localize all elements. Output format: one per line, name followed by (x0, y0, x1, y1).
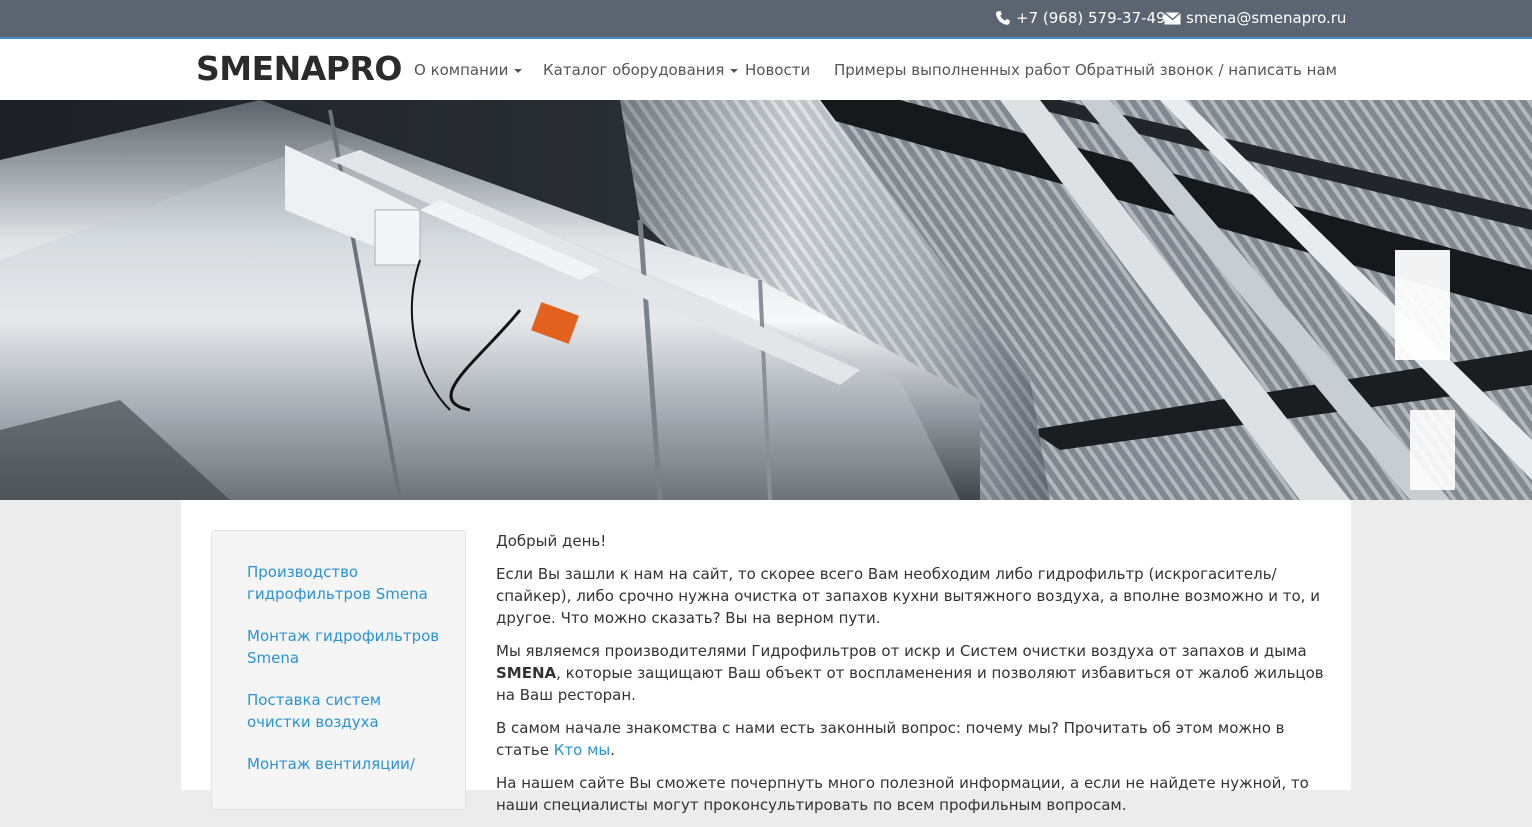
nav-callback-label: Обратный звонок / написать нам (1075, 61, 1337, 79)
contact-bar: +7 (968) 579-37-49 smena@smenapro.ru (0, 0, 1532, 39)
who-paragraph: В самом начале знакомства с нами есть за… (496, 717, 1326, 761)
about-text-end: , которые защищают Ваш объект от восплам… (496, 664, 1324, 704)
envelope-icon (1164, 11, 1181, 25)
nav-news[interactable]: Новости (745, 61, 810, 79)
phone-contact[interactable]: +7 (968) 579-37-49 (995, 9, 1166, 27)
greeting-text: Добрый день! (496, 532, 607, 550)
sidebar-link-installation[interactable]: Монтаж гидрофильтров Smena (247, 625, 447, 669)
sidebar-link-ventilation[interactable]: Монтаж вентиляции/ (247, 753, 447, 775)
who-text-end: . (610, 741, 616, 759)
about-text-start: Мы являемся производителями Гидрофильтро… (496, 642, 1307, 660)
sidebar-link-supply[interactable]: Поставка систем очистки воздуха (247, 689, 447, 733)
brand-name-bold: SMENA (496, 664, 557, 682)
nav-about[interactable]: О компании (414, 61, 523, 79)
about-paragraph: Мы являемся производителями Гидрофильтро… (496, 640, 1326, 706)
sidebar-panel: Производство гидрофильтров Smena Монтаж … (211, 530, 466, 810)
nav-callback[interactable]: Обратный звонок / написать нам (1075, 61, 1337, 79)
phone-number: +7 (968) 579-37-49 (1016, 9, 1166, 27)
nav-catalog-label: Каталог оборудования (543, 61, 725, 79)
main-navbar: SMENAPRO О компании Каталог оборудования… (0, 39, 1532, 100)
who-we-are-link[interactable]: Кто мы (554, 741, 611, 759)
nav-portfolio-label: Примеры выполненных работ (834, 61, 1071, 79)
email-contact[interactable]: smena@smenapro.ru (1164, 9, 1346, 27)
phone-icon (995, 10, 1011, 26)
brand-logo[interactable]: SMENAPRO (196, 49, 402, 88)
sidebar-link-production[interactable]: Производство гидрофильтров Smena (247, 561, 447, 605)
article-content: Добрый день! Если Вы зашли к нам на сайт… (496, 530, 1326, 827)
main-container: Производство гидрофильтров Smena Монтаж … (181, 500, 1351, 814)
nav-news-label: Новости (745, 61, 811, 79)
caret-down-icon (730, 68, 739, 73)
email-address: smena@smenapro.ru (1186, 9, 1347, 27)
ventilation-ducts-image (0, 100, 1532, 500)
caret-down-icon (514, 68, 523, 73)
intro-paragraph: Если Вы зашли к нам на сайт, то скорее в… (496, 565, 1320, 627)
hero-banner (0, 100, 1532, 500)
nav-portfolio[interactable]: Примеры выполненных работ (834, 61, 1071, 79)
info-paragraph: На нашем сайте Вы сможете почерпнуть мно… (496, 774, 1309, 814)
nav-about-label: О компании (414, 61, 509, 79)
nav-catalog[interactable]: Каталог оборудования (543, 61, 739, 79)
